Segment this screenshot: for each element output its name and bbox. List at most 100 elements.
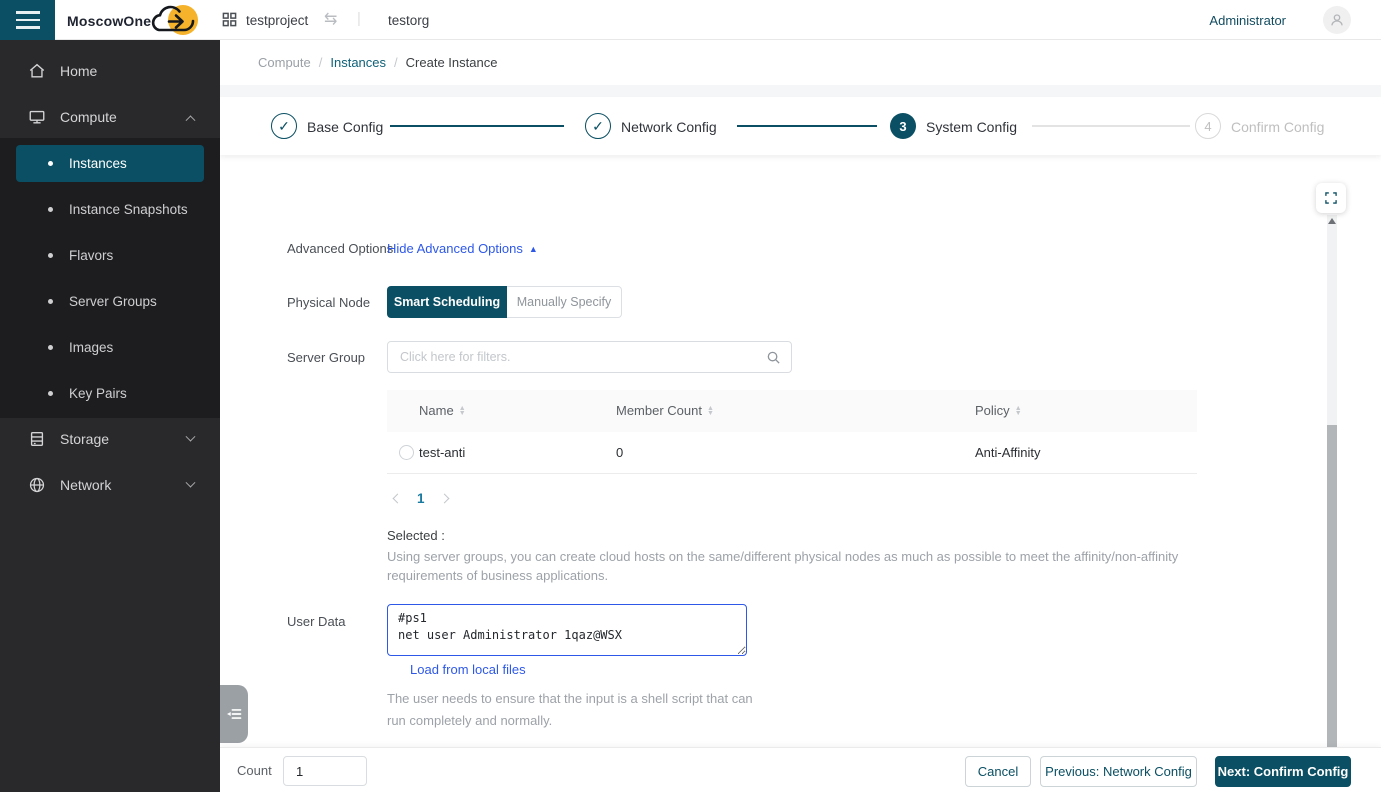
breadcrumb-compute: Compute [258, 55, 311, 70]
chevron-left-icon [392, 493, 402, 503]
chevron-down-icon [186, 477, 196, 487]
sort-icon[interactable]: ▲▼ [707, 406, 714, 416]
next-step-button[interactable]: Next: Confirm Config [1215, 756, 1351, 787]
advanced-options-label: Advanced Options [287, 241, 393, 256]
sidebar-item-label: Server Groups [69, 294, 157, 309]
breadcrumb: Compute/Instances/Create Instance [258, 55, 497, 70]
table-row[interactable]: test-anti 0 Anti-Affinity [387, 432, 1197, 474]
table-header-row: Name ▲▼ Member Count ▲▼ Policy ▲▼ [387, 390, 1197, 432]
search-icon[interactable] [766, 350, 781, 370]
topbar-divider: | [357, 10, 361, 27]
server-group-label: Server Group [287, 350, 365, 365]
hide-advanced-options-text: Hide Advanced Options [387, 241, 523, 256]
step-connector [737, 125, 877, 127]
step-2-label: Network Config [621, 119, 717, 135]
bullet-icon [48, 253, 53, 258]
column-label: Name [419, 403, 454, 418]
vertical-scrollbar[interactable] [1327, 215, 1337, 747]
user-data-label: User Data [287, 614, 346, 629]
physical-node-toggle: Smart Scheduling Manually Specify [387, 286, 622, 318]
cell-member-count: 0 [616, 445, 623, 460]
side-panel-handle[interactable] [220, 685, 248, 743]
sidebar-item-key-pairs[interactable]: Key Pairs [16, 375, 204, 412]
sidebar-item-images[interactable]: Images [16, 329, 204, 366]
bullet-icon [48, 207, 53, 212]
sidebar: Home Compute Instances Instance Snapshot… [0, 40, 220, 792]
caret-up-icon: ▲ [529, 244, 538, 254]
page-number[interactable]: 1 [417, 491, 425, 506]
user-avatar[interactable] [1323, 6, 1351, 34]
column-label: Member Count [616, 403, 702, 418]
sidebar-item-server-groups[interactable]: Server Groups [16, 283, 204, 320]
sidebar-item-storage[interactable]: Storage [0, 416, 220, 462]
previous-step-button[interactable]: Previous: Network Config [1040, 756, 1197, 787]
home-icon [28, 62, 46, 80]
filter-input[interactable] [400, 342, 760, 372]
sidebar-item-network[interactable]: Network [0, 462, 220, 508]
sidebar-item-flavors[interactable]: Flavors [16, 237, 204, 274]
chevron-right-icon [440, 493, 450, 503]
sidebar-item-instances[interactable]: Instances [16, 145, 204, 182]
step-1-label: Base Config [307, 119, 383, 135]
selected-label: Selected : [387, 528, 445, 543]
step-1-circle: ✓ [271, 113, 297, 139]
section-divider [220, 85, 1381, 97]
sidebar-item-label: Compute [60, 109, 117, 125]
hide-advanced-options-link[interactable]: Hide Advanced Options ▲ [387, 241, 538, 256]
brand-name: MoscowOne [67, 13, 151, 29]
bullet-icon [48, 391, 53, 396]
switch-project-icon[interactable]: ⇆ [324, 9, 337, 29]
next-page-button[interactable] [435, 488, 455, 508]
menu-toggle-button[interactable] [0, 0, 55, 40]
column-header-member-count[interactable]: Member Count ▲▼ [616, 403, 714, 418]
count-input[interactable] [283, 756, 367, 786]
sidebar-item-label: Flavors [69, 248, 113, 263]
server-group-table: Name ▲▼ Member Count ▲▼ Policy ▲▼ test-a… [387, 390, 1197, 474]
user-data-textarea[interactable]: #ps1 net user Administrator 1qaz@WSX [387, 604, 747, 656]
sort-icon[interactable]: ▲▼ [459, 406, 466, 416]
user-data-field: #ps1 net user Administrator 1qaz@WSX [387, 604, 747, 656]
user-data-hint: The user needs to ensure that the input … [387, 688, 767, 732]
row-radio-button[interactable] [399, 445, 414, 460]
load-from-local-files-link[interactable]: Load from local files [410, 662, 526, 677]
current-org[interactable]: testorg [388, 13, 429, 28]
bullet-icon [48, 299, 53, 304]
sidebar-item-label: Storage [60, 431, 109, 447]
compute-submenu: Instances Instance Snapshots Flavors Ser… [0, 138, 220, 418]
storage-icon [28, 430, 46, 448]
chevron-up-icon [186, 115, 196, 125]
server-group-description: Using server groups, you can create clou… [387, 547, 1179, 585]
prev-page-button[interactable] [387, 488, 407, 508]
brand-logo-icon [146, 2, 204, 43]
current-project[interactable]: testproject [246, 13, 308, 28]
scrollbar-thumb[interactable] [1327, 425, 1337, 747]
sidebar-item-label: Key Pairs [69, 386, 127, 401]
server-group-filter [387, 341, 792, 373]
breadcrumb-instances-link[interactable]: Instances [330, 55, 386, 70]
sidebar-item-compute[interactable]: Compute [0, 94, 220, 140]
sidebar-item-instance-snapshots[interactable]: Instance Snapshots [16, 191, 204, 228]
sidebar-item-label: Images [69, 340, 113, 355]
fullscreen-button[interactable] [1316, 183, 1346, 213]
network-icon [28, 476, 46, 494]
sidebar-item-home[interactable]: Home [0, 48, 220, 94]
pagination: 1 [387, 486, 455, 510]
sidebar-item-label: Network [60, 477, 111, 493]
manually-specify-option[interactable]: Manually Specify [507, 286, 622, 318]
step-4-label: Confirm Config [1231, 119, 1324, 135]
column-label: Policy [975, 403, 1010, 418]
wizard-footer: Count Cancel Previous: Network Config Ne… [220, 747, 1381, 792]
column-header-name[interactable]: Name ▲▼ [419, 403, 466, 418]
column-header-policy[interactable]: Policy ▲▼ [975, 403, 1022, 418]
main-content: Compute/Instances/Create Instance ✓ Base… [220, 40, 1381, 792]
scroll-up-arrow-icon[interactable] [1328, 218, 1336, 224]
step-4-circle: 4 [1195, 113, 1221, 139]
cancel-button[interactable]: Cancel [965, 756, 1031, 787]
step-3-label: System Config [926, 119, 1017, 135]
user-role-label[interactable]: Administrator [1209, 13, 1286, 28]
step-3-circle: 3 [890, 113, 916, 139]
sort-icon[interactable]: ▲▼ [1015, 406, 1022, 416]
outdent-icon [225, 705, 243, 723]
smart-scheduling-option[interactable]: Smart Scheduling [387, 286, 507, 318]
bullet-icon [48, 161, 53, 166]
